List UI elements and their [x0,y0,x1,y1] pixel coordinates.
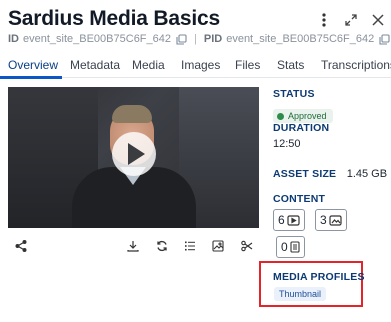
content-label: CONTENT [273,193,326,205]
duration-value: 12:50 [273,138,301,150]
video-icon [287,214,300,226]
id-label: ID [8,33,19,45]
header-actions [317,12,385,28]
expand-icon[interactable] [344,12,358,28]
share-icon[interactable] [14,238,28,254]
download-icon[interactable] [126,238,140,254]
tab-images[interactable]: Images [181,58,220,72]
more-vertical-icon[interactable] [317,12,331,28]
copy-id-icon[interactable] [176,33,187,45]
copy-pid-icon[interactable] [379,33,390,45]
page-title: Sardius Media Basics [8,7,220,30]
close-icon[interactable] [371,12,385,28]
status-value: Approved [288,111,327,121]
scissors-icon[interactable] [240,238,254,254]
image-icon[interactable] [211,238,225,254]
refresh-icon[interactable] [155,238,169,254]
media-profiles-label: MEDIA PROFILES [273,271,365,283]
video-player[interactable] [8,87,259,228]
image-count-button[interactable]: 3 [315,209,347,231]
asset-size-label: ASSET SIZE [273,168,337,180]
approved-dot-icon [277,112,284,120]
video-subject-hair [112,105,152,123]
document-count-button[interactable]: 0 [276,236,305,258]
video-count: 6 [278,213,285,227]
media-profile-badge[interactable]: Thumbnail [274,287,327,301]
pid-value: event_site_BE00B75C6F_642 [226,33,375,45]
tab-stats[interactable]: Stats [277,58,304,72]
tab-bar: Overview Metadata Media Images Files Sta… [0,52,391,79]
pid-label: PID [203,33,223,45]
status-badge: Approved [273,109,333,123]
id-value: event_site_BE00B75C6F_642 [23,33,171,45]
document-icon [290,241,300,253]
tab-transcriptions[interactable]: Transcriptions [321,58,391,72]
image-icon [329,214,342,226]
tab-media[interactable]: Media [132,58,165,72]
active-tab-indicator [0,76,62,79]
image-count: 3 [320,213,327,227]
asset-ids: ID event_site_BE00B75C6F_642 | PID event… [8,33,390,45]
asset-size-value: 1.45 GB [346,168,388,180]
tab-metadata[interactable]: Metadata [70,58,120,72]
chapters-icon[interactable] [183,238,197,254]
duration-label: DURATION [273,122,330,134]
tab-files[interactable]: Files [235,58,260,72]
tab-overview[interactable]: Overview [8,58,58,72]
document-count: 0 [281,240,288,254]
asset-size-row: ASSET SIZE 1.45 GB [273,164,387,182]
id-separator: | [194,33,197,45]
play-button[interactable] [112,132,156,176]
video-count-button[interactable]: 6 [273,209,305,231]
status-label: STATUS [273,88,315,100]
